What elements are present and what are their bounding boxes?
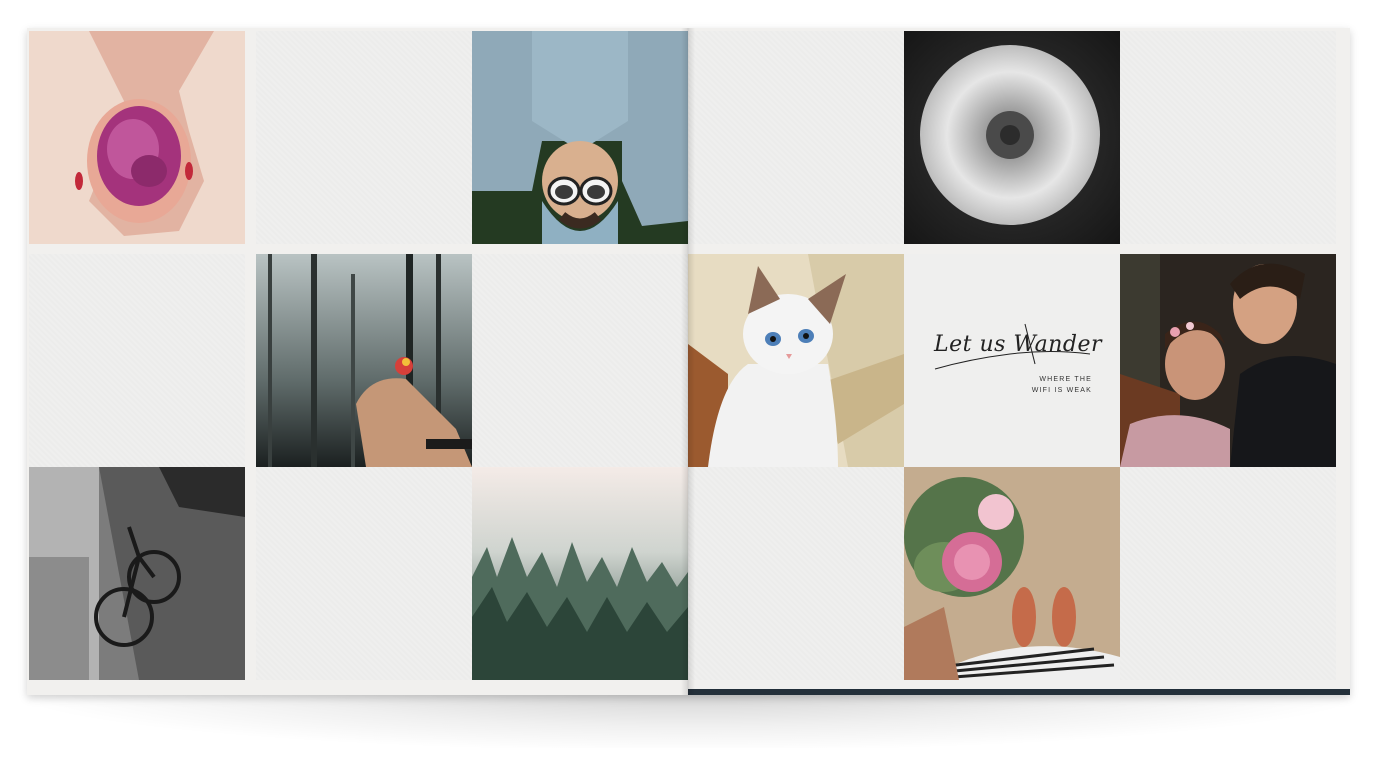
cover-edge: [688, 689, 1350, 695]
blank-tile: [472, 254, 688, 467]
card-subtitle-line2: WIFI IS WEAK: [1031, 387, 1092, 394]
photo-hands-petals: [29, 31, 245, 244]
card-title: Let us Wander: [934, 332, 1103, 357]
blank-tile: [29, 254, 245, 467]
blank-tile: [256, 31, 472, 244]
photo-book-spread: Let us Wander WHERE THE WIFI IS WEAK: [27, 28, 1350, 695]
book-shadow: [40, 688, 1340, 748]
photo-kitten: [688, 254, 904, 467]
blank-tile: [688, 467, 904, 680]
wander-title-card: Let us Wander WHERE THE WIFI IS WEAK: [904, 254, 1120, 467]
photo-dandelion: [904, 31, 1120, 244]
card-subtitle-line1: WHERE THE: [1039, 376, 1092, 383]
photo-misty-forest-hand: [256, 254, 472, 467]
blank-tile: [256, 467, 472, 680]
photo-couple: [1120, 254, 1336, 467]
blank-tile: [688, 31, 904, 244]
photo-foggy-pines: [472, 467, 688, 680]
blank-tile: [1120, 467, 1336, 680]
photo-peony-bouquet: [904, 467, 1120, 680]
card-subtitle: WHERE THE WIFI IS WEAK: [1002, 374, 1092, 396]
photo-man-on-grass: [472, 31, 688, 244]
blank-tile: [1120, 31, 1336, 244]
photo-bicycle-street: [29, 467, 245, 680]
